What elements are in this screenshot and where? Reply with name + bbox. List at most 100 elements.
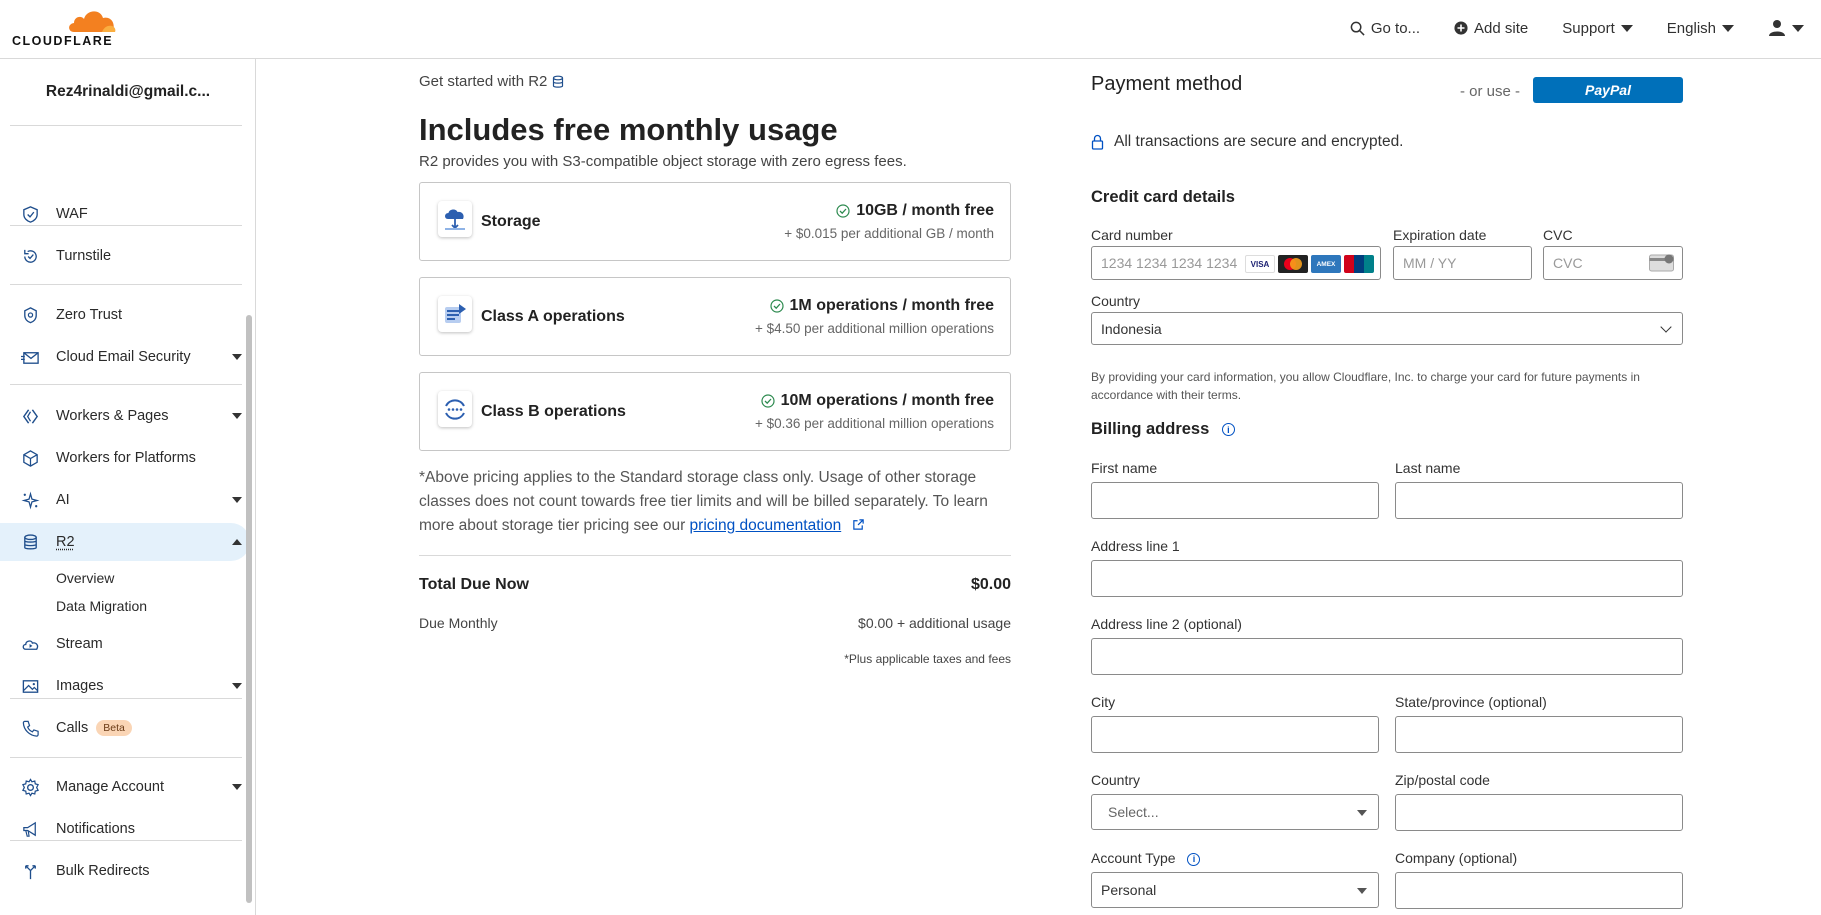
- sidebar-item-turnstile[interactable]: Turnstile: [0, 237, 250, 275]
- paypal-button[interactable]: PayPal: [1533, 77, 1683, 103]
- card-brands: VISA AMEX: [1245, 255, 1374, 273]
- card-free-tier: 1M operations / month free: [769, 297, 994, 315]
- account-name[interactable]: Rez4rinaldi@gmail.c...: [0, 59, 256, 125]
- card-free-label: 1M operations / month free: [789, 297, 994, 314]
- ai-sparkle-icon: [20, 490, 40, 510]
- last-name-input[interactable]: [1395, 482, 1683, 519]
- billing-address-label: Billing address: [1091, 420, 1210, 438]
- card-title: Class A operations: [481, 308, 625, 325]
- chevron-down-icon: [232, 497, 242, 503]
- sidebar-item-manage-account[interactable]: Manage Account: [0, 768, 250, 806]
- sidebar-item-label: Cloud Email Security: [56, 349, 191, 365]
- address-line2-input[interactable]: [1091, 638, 1683, 675]
- expiration-label: Expiration date: [1393, 227, 1487, 243]
- database-icon: [553, 75, 564, 88]
- plus-circle-icon: [1454, 21, 1468, 35]
- expiration-input[interactable]: MM / YY: [1393, 246, 1532, 280]
- sidebar-scrollbar[interactable]: [246, 315, 252, 903]
- zip-input[interactable]: [1395, 794, 1683, 831]
- top-bar: CLOUDFLARE Go to... Add site Support Eng…: [0, 0, 1821, 59]
- sidebar-item-label: WAF: [56, 206, 88, 222]
- country-select[interactable]: Select...: [1091, 794, 1379, 830]
- account-type-value: Personal: [1101, 882, 1157, 898]
- card-number-placeholder: 1234 1234 1234 1234: [1101, 255, 1238, 271]
- stream-cloud-icon: [20, 634, 40, 654]
- sidebar-item-workers-pages[interactable]: Workers & Pages: [0, 397, 250, 435]
- card-cvc-icon: [1649, 254, 1674, 272]
- top-nav: Go to... Add site Support English: [1333, 0, 1821, 56]
- megaphone-icon: [20, 819, 40, 839]
- caret-down-icon: [1620, 24, 1633, 32]
- caret-down-icon: [1792, 24, 1804, 32]
- sidebar-item-r2[interactable]: R2: [0, 523, 250, 561]
- class-b-operations-icon: [438, 391, 472, 427]
- sidebar-item-waf[interactable]: WAF: [0, 195, 250, 233]
- sidebar-item-label: R2: [56, 534, 75, 550]
- cc-country-select[interactable]: Indonesia: [1091, 312, 1683, 345]
- language-menu[interactable]: English: [1650, 0, 1751, 56]
- sidebar-item-cloud-email-security[interactable]: Cloud Email Security: [0, 338, 250, 376]
- pricing-note: *Above pricing applies to the Standard s…: [419, 466, 1019, 538]
- card-free-label: 10M operations / month free: [780, 392, 994, 409]
- credit-card-heading: Credit card details: [1091, 188, 1235, 206]
- address-line2-label: Address line 2 (optional): [1091, 616, 1242, 632]
- external-link-icon: [852, 519, 864, 530]
- card-extra-price: + $0.015 per additional GB / month: [784, 226, 994, 241]
- card-extra-price: + $4.50 per additional million operation…: [754, 321, 994, 336]
- cloudflare-logo[interactable]: CLOUDFLARE: [12, 6, 122, 48]
- total-due-label: Total Due Now: [419, 576, 529, 593]
- sidebar-item-images[interactable]: Images: [0, 667, 250, 705]
- country-label: Country: [1091, 772, 1141, 788]
- first-name-label: First name: [1091, 460, 1158, 476]
- lock-icon: [1091, 134, 1104, 150]
- page-subtitle: R2 provides you with S3-compatible objec…: [419, 153, 907, 170]
- cc-country-value: Indonesia: [1101, 320, 1162, 337]
- address-line1-input[interactable]: [1091, 560, 1683, 597]
- company-input[interactable]: [1395, 872, 1683, 909]
- breadcrumb-label: Get started with R2: [419, 73, 548, 90]
- first-name-input[interactable]: [1091, 482, 1379, 519]
- sidebar-subitem-overview[interactable]: Overview: [56, 570, 114, 586]
- sidebar-item-workers-for-platforms[interactable]: Workers for Platforms: [0, 439, 250, 477]
- sidebar-item-label: Workers for Platforms: [56, 450, 196, 466]
- info-icon[interactable]: i: [1221, 423, 1235, 437]
- city-input[interactable]: [1091, 716, 1379, 753]
- sidebar-subitem-data-migration[interactable]: Data Migration: [56, 598, 147, 614]
- sidebar-item-zero-trust[interactable]: Zero Trust: [0, 296, 250, 334]
- caret-down-icon: [1357, 810, 1367, 816]
- divider: [10, 698, 242, 699]
- account-type-select[interactable]: Personal: [1091, 872, 1379, 908]
- mastercard-icon: [1278, 255, 1308, 273]
- sidebar-item-label: Bulk Redirects: [56, 863, 150, 879]
- goto-label: Go to...: [1370, 19, 1421, 37]
- zip-label: Zip/postal code: [1395, 772, 1490, 788]
- sidebar-item-label: Zero Trust: [56, 307, 123, 323]
- account-type-label-row: Account Type i: [1091, 850, 1201, 866]
- gear-icon: [20, 777, 40, 797]
- pricing-documentation-link[interactable]: pricing documentation: [690, 517, 842, 534]
- user-menu[interactable]: [1751, 0, 1821, 56]
- sidebar-item-notifications[interactable]: Notifications: [0, 810, 250, 848]
- sidebar-item-ai[interactable]: AI: [0, 481, 250, 519]
- brand-wordmark: CLOUDFLARE: [12, 34, 114, 48]
- sidebar-item-label: Calls: [56, 720, 89, 736]
- storage-cloud-icon: [438, 201, 472, 237]
- due-monthly-label: Due Monthly: [419, 615, 498, 631]
- check-circle-icon: [761, 394, 775, 408]
- card-number-input[interactable]: 1234 1234 1234 1234 VISA AMEX: [1091, 246, 1381, 280]
- sidebar-item-bulk-redirects[interactable]: Bulk Redirects: [0, 852, 250, 890]
- city-label: City: [1091, 694, 1116, 710]
- info-icon[interactable]: i: [1187, 852, 1201, 866]
- support-menu[interactable]: Support: [1545, 0, 1650, 56]
- divider: [419, 555, 1011, 556]
- sidebar-item-calls[interactable]: Calls Beta: [0, 709, 250, 747]
- add-site-button[interactable]: Add site: [1437, 0, 1545, 56]
- state-label: State/province (optional): [1395, 694, 1547, 710]
- country-placeholder: Select...: [1108, 804, 1159, 820]
- divider: [10, 384, 242, 385]
- goto-button[interactable]: Go to...: [1333, 0, 1437, 56]
- cvc-input[interactable]: CVC: [1543, 246, 1683, 280]
- due-monthly-value: $0.00 + additional usage: [858, 615, 1011, 631]
- sidebar-item-stream[interactable]: Stream: [0, 625, 250, 663]
- state-input[interactable]: [1395, 716, 1683, 753]
